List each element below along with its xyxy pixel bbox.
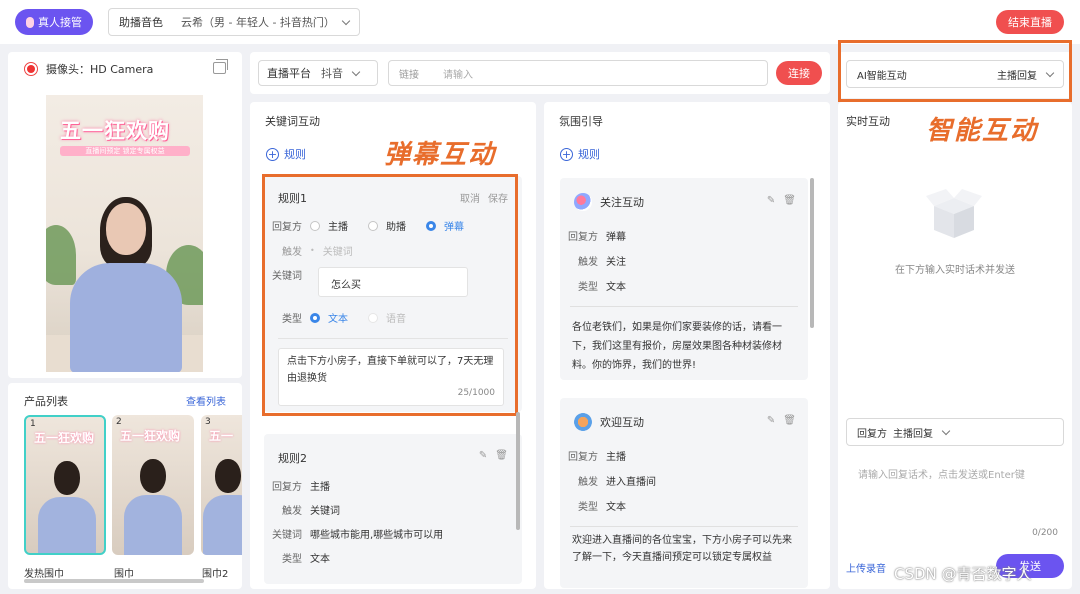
empty-hint: 在下方输入实时话术并发送 xyxy=(895,265,1015,276)
char-counter: 0/200 xyxy=(1032,528,1058,538)
plant-shape xyxy=(46,225,76,285)
platform-select[interactable]: 直播平台 抖音 xyxy=(258,60,378,86)
highlight-frame xyxy=(838,40,1072,102)
live-preview: 五一狂欢购 直播间预定 锁定专属权益 xyxy=(46,95,203,372)
vertical-scrollbar[interactable] xyxy=(516,412,520,530)
product-thumb[interactable]: 2 五一狂欢购 xyxy=(112,415,194,555)
product-name: 发热围巾 xyxy=(24,569,64,580)
camera-label: 摄像头：HD Camera xyxy=(46,63,154,76)
link-placeholder: 请输入 xyxy=(443,69,473,81)
reply-select[interactable]: 回复方 主播回复 xyxy=(846,418,1064,446)
plus-circle-icon: + xyxy=(560,147,573,161)
voice-label: 助播音色 xyxy=(119,16,163,29)
product-thumb[interactable]: 3 五一 xyxy=(201,415,242,555)
add-rule-button[interactable]: + 规则 xyxy=(266,146,306,162)
rule-card: 规则2 ✎ 🗑 回复方 主播 触发 关键词 关键词 哪些城市能用,哪些城市可以用… xyxy=(264,434,522,584)
product-list-panel: 产品列表 查看列表 1 五一狂欢购 2 五一狂欢购 3 五一 发热围巾 围巾 围… xyxy=(8,383,242,589)
connect-button[interactable]: 连接 xyxy=(776,61,822,85)
card-name: 欢迎互动 xyxy=(600,416,644,429)
follow-icon xyxy=(574,193,592,211)
product-thumb[interactable]: 1 五一狂欢购 xyxy=(24,415,106,555)
preview-banner: 五一狂欢购 xyxy=(60,119,170,143)
atmosphere-panel: 氛围引导 + 规则 关注互动 ✎ 🗑 回复方 弹幕 触发 关注 类型 文本 各位… xyxy=(544,102,830,589)
camera-panel: 摄像头：HD Camera 五一狂欢购 直播间预定 锁定专属权益 xyxy=(8,52,242,378)
record-icon[interactable] xyxy=(24,62,38,76)
chevron-down-icon xyxy=(341,16,351,25)
welcome-icon xyxy=(574,413,592,431)
divider xyxy=(570,526,798,527)
human-takeover-button[interactable]: 真人接管 xyxy=(15,9,93,35)
welcome-card: 欢迎互动 ✎ 🗑 回复方 主播 触发 进入直播间 类型 文本 欢迎进入直播间的各… xyxy=(560,398,808,588)
atmosphere-title: 氛围引导 xyxy=(559,115,603,128)
voice-value: 云希（男 - 年轻人 - 抖音热门） xyxy=(181,16,335,29)
voice-select[interactable]: 助播音色 云希（男 - 年轻人 - 抖音热门） xyxy=(108,8,360,36)
platform-label: 直播平台 xyxy=(267,67,311,80)
realtime-title: 实时互动 xyxy=(846,115,890,128)
empty-box-icon xyxy=(926,189,982,238)
edit-icon[interactable]: ✎ xyxy=(767,415,775,426)
follow-card: 关注互动 ✎ 🗑 回复方 弹幕 触发 关注 类型 文本 各位老铁们，如果是你们家… xyxy=(560,178,808,380)
view-list-link[interactable]: 查看列表 xyxy=(186,393,226,408)
danmu-overlay-label: 弹幕互动 xyxy=(384,140,497,170)
product-list-title: 产品列表 xyxy=(24,395,68,408)
trash-icon[interactable]: 🗑 xyxy=(783,195,796,206)
plus-circle-icon: + xyxy=(266,147,279,161)
avatar-face xyxy=(106,203,146,255)
realtime-panel: 实时互动 智能互动 在下方输入实时话术并发送 回复方 主播回复 请输入回复话术，… xyxy=(838,102,1072,589)
highlight-frame xyxy=(262,174,518,416)
trash-icon[interactable]: 🗑 xyxy=(495,450,508,461)
card-content: 欢迎进入直播间的各位宝宝，下方小房子可以先来了解一下，今天直播间预定可以锁定专属… xyxy=(572,535,792,563)
avatar-body xyxy=(70,263,182,372)
camera-header: 摄像头：HD Camera xyxy=(8,52,242,86)
keyword-interaction-panel: 关键词互动 + 规则 弹幕互动 规则1 取消 保存 回复方 主播 助播 弹幕 触… xyxy=(250,102,536,589)
product-name: 围巾2 xyxy=(202,569,229,580)
edit-icon[interactable]: ✎ xyxy=(479,450,487,461)
reply-placeholder: 请输入回复话术，点击发送或Enter键 xyxy=(858,470,1025,481)
watermark: CSDN @青否数字人 xyxy=(894,565,1032,583)
upload-recording-link[interactable]: 上传录音 xyxy=(846,560,886,575)
copy-icon[interactable] xyxy=(213,59,228,74)
edit-icon[interactable]: ✎ xyxy=(767,195,775,206)
trash-icon[interactable]: 🗑 xyxy=(783,415,796,426)
reply-value: 主播回复 xyxy=(893,428,933,440)
horizontal-scrollbar[interactable] xyxy=(24,579,204,583)
card-name: 关注互动 xyxy=(600,196,644,209)
platform-value: 抖音 xyxy=(321,67,343,80)
reply-label: 回复方 xyxy=(857,428,887,440)
chevron-down-icon xyxy=(941,426,951,435)
add-rule-button[interactable]: + 规则 xyxy=(560,146,600,162)
chevron-down-icon xyxy=(351,67,361,76)
microphone-icon xyxy=(26,16,34,28)
vertical-scrollbar[interactable] xyxy=(810,178,814,328)
reply-input[interactable]: 请输入回复话术，点击发送或Enter键 0/200 xyxy=(846,454,1064,544)
link-label: 链接 xyxy=(399,69,419,81)
end-live-button[interactable]: 结束直播 xyxy=(996,10,1064,34)
rule-name: 规则2 xyxy=(278,452,307,465)
keyword-title: 关键词互动 xyxy=(265,115,320,128)
preview-banner-sub: 直播间预定 锁定专属权益 xyxy=(60,146,190,156)
divider xyxy=(570,306,798,307)
link-input[interactable]: 链接 请输入 xyxy=(388,60,768,86)
product-name: 围巾 xyxy=(114,569,134,580)
smart-overlay-label: 智能互动 xyxy=(926,116,1039,146)
card-content: 各位老铁们，如果是你们家要装修的话，请看一下，我们这里有报价，房屋效果图各种材装… xyxy=(572,322,782,371)
platform-bar: 直播平台 抖音 链接 请输入 连接 xyxy=(250,52,830,94)
